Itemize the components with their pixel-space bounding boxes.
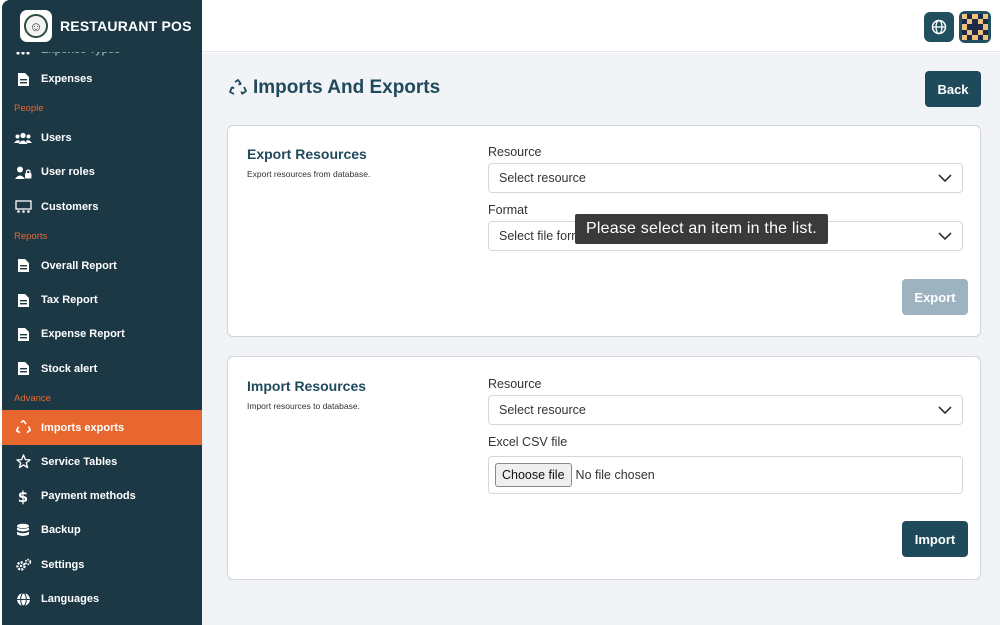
topbar <box>202 0 1000 52</box>
validation-tooltip: Please select an item in the list. <box>575 214 828 244</box>
import-subtitle: Import resources to database. <box>247 401 360 411</box>
sidebar-item-label: Tax Report <box>41 294 98 306</box>
sidebar-item-label: Expense Report <box>41 328 125 341</box>
sidebar-item-expense-report[interactable]: Expense Report <box>2 317 202 351</box>
svg-text:$: $ <box>18 488 28 505</box>
import-resource-value: Select resource <box>499 403 586 417</box>
user-avatar[interactable] <box>959 11 991 43</box>
sidebar-item-label: User roles <box>41 166 95 179</box>
globe-icon <box>931 19 947 35</box>
choose-file-button[interactable]: Choose file <box>495 463 572 487</box>
chevron-down-icon <box>938 232 952 241</box>
import-file-label: Excel CSV file <box>488 435 568 449</box>
sidebar-item-users[interactable]: Users <box>2 121 202 155</box>
sidebar-section-people: People <box>14 103 44 115</box>
sidebar-item-tax-report[interactable]: Tax Report <box>2 283 202 317</box>
export-resource-label: Resource <box>488 145 542 159</box>
sidebar-item-stock-alert[interactable]: Stock alert <box>2 351 202 385</box>
user-lock-icon <box>14 164 32 180</box>
import-file-input[interactable]: Choose file No file chosen <box>488 456 963 494</box>
sidebar-item-label: Settings <box>41 558 85 571</box>
sidebar-item-payment-methods[interactable]: $ Payment methods <box>2 479 202 513</box>
export-button[interactable]: Export <box>902 279 968 315</box>
import-title: Import Resources <box>247 378 367 394</box>
import-resource-select[interactable]: Select resource <box>488 395 963 425</box>
sidebar: Expense Types ExpensesPeopleUsersUser ro… <box>2 0 202 625</box>
sidebar-item-expenses[interactable]: Expenses <box>2 62 202 96</box>
import-resource-label: Resource <box>488 377 542 391</box>
sidebar-section-advance: Advance <box>14 392 51 404</box>
sidebar-item-overall-report[interactable]: Overall Report <box>2 249 202 283</box>
sidebar-item-label: Backup <box>41 524 81 537</box>
chevron-down-icon <box>938 406 952 415</box>
sidebar-item-label: Customers <box>41 200 99 213</box>
brand[interactable]: ☺ RESTAURANT POS <box>2 0 202 52</box>
customers-icon <box>14 199 32 215</box>
sidebar-item-settings[interactable]: Settings <box>2 548 202 582</box>
brand-name: RESTAURANT POS <box>60 18 192 34</box>
sidebar-item-label: Service Tables <box>41 455 118 468</box>
recycle-icon <box>14 419 32 436</box>
sidebar-item-label: Imports exports <box>41 421 125 434</box>
document-icon <box>14 71 32 87</box>
chevron-down-icon <box>938 174 952 183</box>
export-resource-select[interactable]: Select resource <box>488 163 963 193</box>
document-icon <box>14 258 32 274</box>
page-title-text: Imports And Exports <box>253 77 441 98</box>
export-title: Export Resources <box>247 146 367 162</box>
pixel-avatar-icon <box>962 14 988 40</box>
sidebar-item-label: Payment methods <box>41 490 136 503</box>
sidebar-section-reports: Reports <box>14 230 48 242</box>
sidebar-item-label: Expenses <box>41 73 93 86</box>
sidebar-item-label: Overall Report <box>41 259 117 272</box>
import-card: Import Resources Import resources to dat… <box>227 356 981 580</box>
sidebar-item-user-roles[interactable]: User roles <box>2 155 202 189</box>
main-content: Imports And Exports Back Export Resource… <box>202 53 1000 625</box>
globe-icon <box>14 591 32 607</box>
document-icon <box>14 292 32 308</box>
chef-logo-icon: ☺ <box>20 10 52 42</box>
sidebar-item-label: Languages <box>41 593 100 606</box>
export-resource-value: Select resource <box>499 171 586 185</box>
sidebar-item-label: Users <box>41 132 72 145</box>
export-format-label: Format <box>488 203 528 217</box>
import-button[interactable]: Import <box>902 521 968 557</box>
sidebar-item-customers[interactable]: Customers <box>2 190 202 224</box>
sidebar-item-backup[interactable]: Backup <box>2 513 202 547</box>
language-button[interactable] <box>924 12 954 42</box>
star-icon <box>14 454 32 470</box>
back-button[interactable]: Back <box>925 71 981 107</box>
sidebar-item-imports-exports[interactable]: Imports exports <box>2 410 202 445</box>
page-title: Imports And Exports <box>228 77 440 99</box>
document-icon <box>14 326 32 342</box>
document-icon <box>14 361 32 377</box>
file-status: No file chosen <box>575 468 655 482</box>
export-subtitle: Export resources from database. <box>247 169 371 179</box>
gears-icon <box>14 557 32 573</box>
database-icon <box>14 522 32 538</box>
sidebar-nav: Expense Types ExpensesPeopleUsersUser ro… <box>2 38 202 616</box>
sidebar-item-label: Stock alert <box>41 362 98 375</box>
users-icon <box>14 130 32 146</box>
sidebar-item-service-tables[interactable]: Service Tables <box>2 445 202 479</box>
sidebar-item-languages[interactable]: Languages <box>2 582 202 616</box>
dollar-icon: $ <box>14 488 32 505</box>
recycle-icon <box>228 78 248 98</box>
